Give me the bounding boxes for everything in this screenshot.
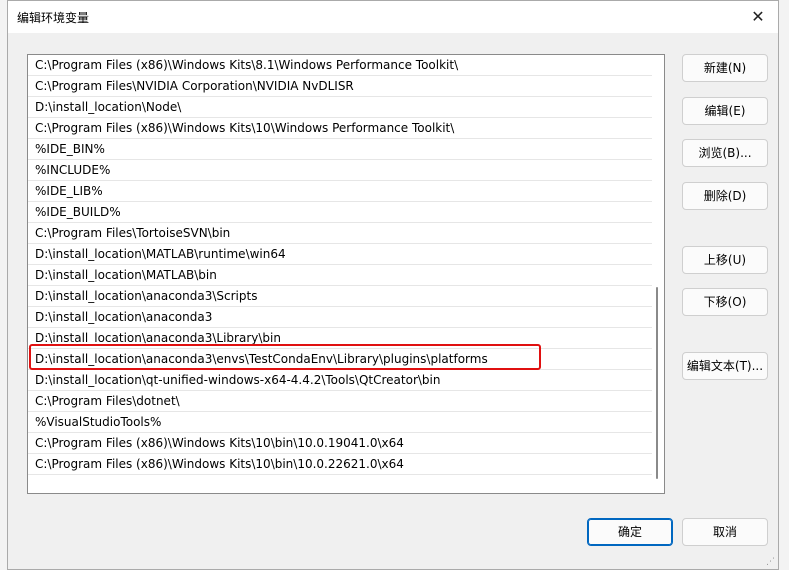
list-item[interactable]: %IDE_BUILD%: [28, 202, 652, 223]
highlight-annotation-box: [29, 344, 541, 370]
list-item[interactable]: D:\install_location\MATLAB\bin: [28, 265, 652, 286]
edit-env-var-dialog: 编辑环境变量 ✕ C:\Program Files (x86)\Windows …: [7, 0, 779, 570]
background-window-right: [779, 0, 789, 570]
list-item[interactable]: C:\Program Files\TortoiseSVN\bin: [28, 223, 652, 244]
list-item[interactable]: %IDE_BIN%: [28, 139, 652, 160]
list-item[interactable]: C:\Program Files\dotnet\: [28, 391, 652, 412]
list-item[interactable]: %VisualStudioTools%: [28, 412, 652, 433]
title-bar: 编辑环境变量 ✕: [8, 1, 778, 33]
list-item[interactable]: %INCLUDE%: [28, 160, 652, 181]
scrollbar-thumb[interactable]: [656, 287, 658, 479]
env-var-listbox[interactable]: C:\Program Files (x86)\Windows Kits\8.1\…: [27, 54, 665, 494]
list-item[interactable]: D:\install_location\anaconda3\Scripts: [28, 286, 652, 307]
dialog-title: 编辑环境变量: [17, 11, 90, 25]
close-button[interactable]: ✕: [746, 5, 770, 29]
list-item[interactable]: C:\Program Files (x86)\Windows Kits\10\W…: [28, 118, 652, 139]
list-item[interactable]: D:\install_location\qt-unified-windows-x…: [28, 370, 652, 391]
list-item[interactable]: D:\install_location\anaconda3: [28, 307, 652, 328]
list-item[interactable]: %IDE_LIB%: [28, 181, 652, 202]
background-window-left: [0, 0, 7, 570]
list-item[interactable]: C:\Program Files (x86)\Windows Kits\10\b…: [28, 454, 652, 475]
edit-text-button[interactable]: 编辑文本(T)...: [682, 352, 768, 380]
ok-button[interactable]: 确定: [587, 518, 673, 546]
list-item[interactable]: C:\Program Files\NVIDIA Corporation\NVID…: [28, 76, 652, 97]
move-down-button[interactable]: 下移(O): [682, 288, 768, 316]
browse-button[interactable]: 浏览(B)...: [682, 139, 768, 167]
cancel-button[interactable]: 取消: [682, 518, 768, 546]
list-item[interactable]: D:\install_location\Node\: [28, 97, 652, 118]
edit-button[interactable]: 编辑(E): [682, 97, 768, 125]
new-button[interactable]: 新建(N): [682, 54, 768, 82]
resize-grip-icon[interactable]: ⋰: [766, 557, 776, 567]
list-item[interactable]: C:\Program Files (x86)\Windows Kits\10\b…: [28, 433, 652, 454]
list-item[interactable]: D:\install_location\MATLAB\runtime\win64: [28, 244, 652, 265]
vertical-scrollbar[interactable]: [654, 59, 660, 489]
close-icon: ✕: [751, 7, 765, 26]
list-item[interactable]: C:\Program Files (x86)\Windows Kits\8.1\…: [28, 55, 652, 76]
delete-button[interactable]: 删除(D): [682, 182, 768, 210]
move-up-button[interactable]: 上移(U): [682, 246, 768, 274]
